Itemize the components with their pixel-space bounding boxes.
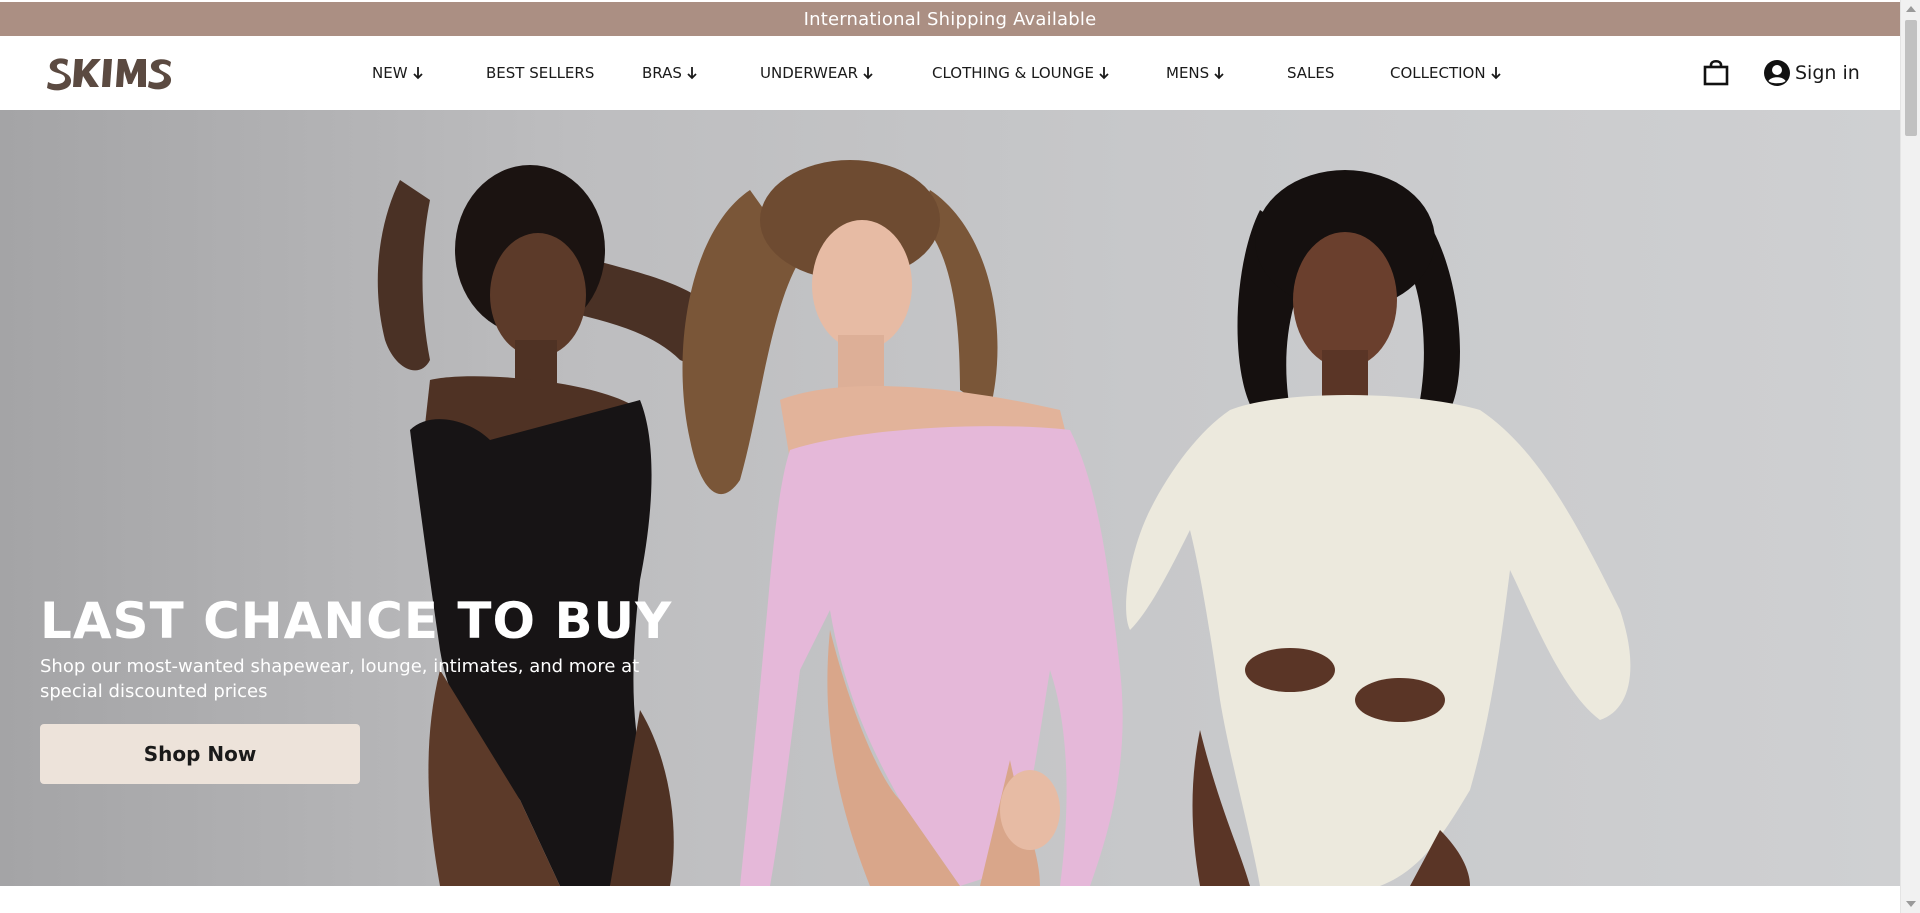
arrow-down-icon — [412, 67, 423, 80]
nav-item-collection[interactable]: COLLECTION — [1390, 62, 1501, 84]
hero-title: LAST CHANCE TO BUY — [40, 592, 673, 650]
user-circle-icon — [1764, 60, 1790, 86]
sign-in-link[interactable]: Sign in — [1763, 58, 1860, 88]
nav-item-label: MENS — [1166, 64, 1210, 82]
nav-item-label: BEST SELLERS — [486, 64, 595, 82]
model-middle — [682, 160, 1123, 886]
arrow-down-icon — [1490, 67, 1501, 80]
page: International Shipping Available NEW BES… — [0, 0, 1920, 913]
sign-in-label: Sign in — [1795, 62, 1860, 84]
scroll-up-arrow-icon[interactable] — [1906, 6, 1916, 12]
main-nav: NEW BEST SELLERS BRAS UNDERWEAR CLOTHING… — [0, 36, 1900, 110]
nav-item-clothing-lounge[interactable]: CLOTHING & LOUNGE — [932, 62, 1109, 84]
model-right — [1126, 170, 1631, 886]
nav-item-bras[interactable]: BRAS — [642, 62, 697, 84]
hero-subtitle: Shop our most-wanted shapewear, lounge, … — [40, 656, 640, 702]
nav-item-underwear[interactable]: UNDERWEAR — [760, 62, 873, 84]
arrow-down-icon — [687, 67, 697, 80]
announcement-text: International Shipping Available — [803, 8, 1097, 30]
announcement-bar: International Shipping Available — [0, 2, 1900, 36]
model-left — [377, 165, 722, 886]
nav-item-best-sellers[interactable]: BEST SELLERS — [486, 62, 594, 84]
nav-item-label: SALES — [1287, 64, 1335, 82]
arrow-down-icon — [1099, 67, 1109, 80]
nav-item-label: UNDERWEAR — [760, 64, 859, 82]
page-scrollbar[interactable] — [1900, 0, 1920, 913]
shopping-bag-icon — [1703, 59, 1729, 86]
shop-now-button[interactable]: Shop Now — [40, 724, 360, 784]
scroll-down-arrow-icon[interactable] — [1906, 901, 1916, 907]
nav-item-label: NEW — [372, 64, 408, 82]
arrow-down-icon — [1214, 67, 1224, 80]
nav-item-label: COLLECTION — [1390, 64, 1486, 82]
nav-item-new[interactable]: NEW — [372, 62, 423, 84]
arrow-down-icon — [863, 67, 873, 80]
site-header: NEW BEST SELLERS BRAS UNDERWEAR CLOTHING… — [0, 36, 1900, 110]
nav-item-sales[interactable]: SALES — [1287, 62, 1334, 84]
nav-item-label: CLOTHING & LOUNGE — [932, 64, 1094, 82]
cart-button[interactable] — [1703, 58, 1729, 86]
scrollbar-thumb[interactable] — [1905, 20, 1917, 136]
nav-item-mens[interactable]: MENS — [1166, 62, 1224, 84]
hero-banner: LAST CHANCE TO BUY Shop our most-wanted … — [0, 110, 1900, 886]
nav-item-label: BRAS — [642, 64, 682, 82]
